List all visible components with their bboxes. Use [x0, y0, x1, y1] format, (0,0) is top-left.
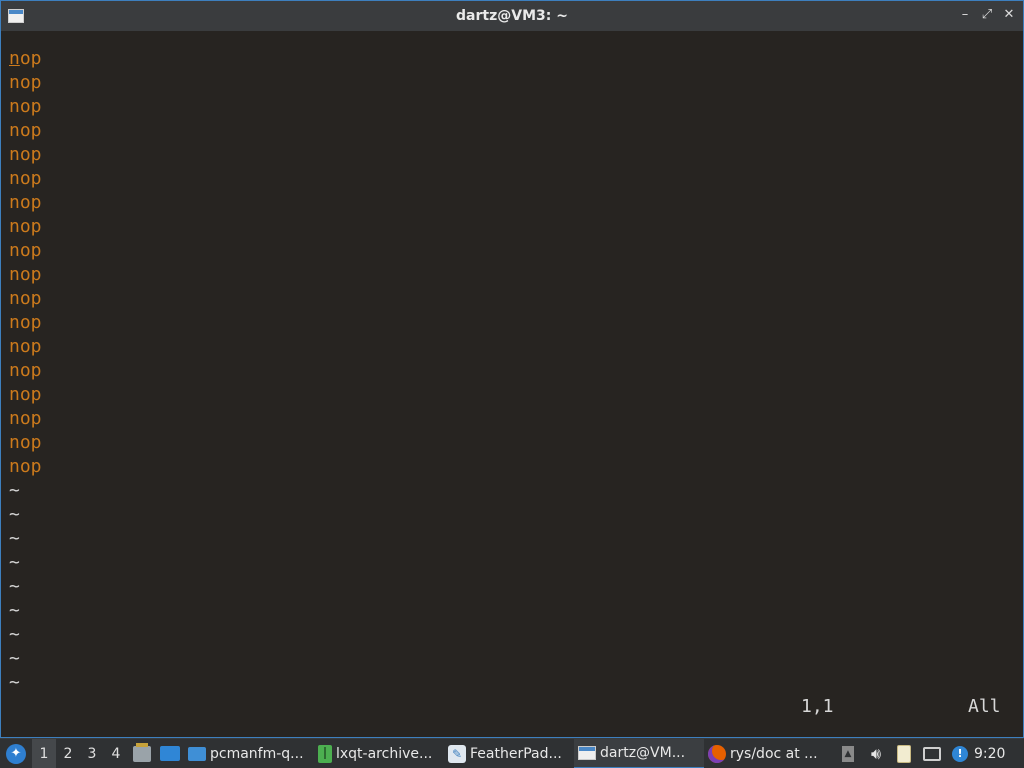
- text-line: nop: [9, 168, 42, 189]
- empty-line-marker: ~: [9, 528, 20, 549]
- desktop-3-button[interactable]: 3: [80, 739, 104, 768]
- empty-line-marker: ~: [9, 600, 20, 621]
- task-terminal[interactable]: dartz@VM...: [574, 738, 704, 768]
- notification-button[interactable]: !: [946, 739, 974, 768]
- clock[interactable]: 9:20: [974, 739, 1024, 768]
- text-line: nop: [9, 144, 42, 165]
- task-lxqt-archiver[interactable]: lxqt-archive...: [314, 739, 444, 768]
- clipboard-icon: [897, 744, 911, 763]
- desktop-4-button[interactable]: 4: [104, 739, 128, 768]
- cursor: n: [9, 48, 20, 69]
- text-line: nop: [9, 360, 42, 381]
- text-line: nop: [9, 192, 42, 213]
- empty-line-marker: ~: [9, 648, 20, 669]
- minimize-button[interactable]: –: [959, 7, 971, 23]
- task-pcmanfm[interactable]: pcmanfm-q...: [184, 739, 314, 768]
- lxqt-logo-icon: ✦: [6, 743, 26, 764]
- close-button[interactable]: ✕: [1003, 7, 1015, 23]
- network-button[interactable]: [918, 739, 946, 768]
- text-line: nop: [9, 336, 42, 357]
- show-desktop-icon: [160, 746, 180, 761]
- empty-line-marker: ~: [9, 624, 20, 645]
- text-line: nop: [9, 312, 42, 333]
- text-line: nop: [9, 456, 42, 477]
- task-featherpad[interactable]: ✎ FeatherPad...: [444, 739, 574, 768]
- window-title: dartz@VM3: ~: [456, 8, 568, 24]
- arrow-up-icon: ▲: [842, 745, 854, 762]
- scroll-indicator: All: [968, 696, 1001, 717]
- network-icon: [923, 746, 941, 761]
- app-menu-button[interactable]: ✦: [0, 739, 32, 768]
- task-label: lxqt-archive...: [336, 745, 433, 762]
- title-bar[interactable]: dartz@VM3: ~ – ⤢ ✕: [1, 1, 1023, 31]
- terminal-window: dartz@VM3: ~ – ⤢ ✕ nop nop nop nop nop n…: [0, 0, 1024, 738]
- folder-icon: [188, 746, 206, 761]
- text-line: nop: [9, 240, 42, 261]
- text-line: nop: [9, 48, 42, 69]
- empty-line-marker: ~: [9, 576, 20, 597]
- terminal-content[interactable]: nop nop nop nop nop nop nop nop nop nop …: [1, 31, 1023, 737]
- text-line: nop: [9, 216, 42, 237]
- tray-expand-button[interactable]: ▲: [834, 739, 862, 768]
- task-firefox[interactable]: rys/doc at ...: [704, 739, 834, 768]
- empty-line-marker: ~: [9, 552, 20, 573]
- featherpad-icon: ✎: [448, 744, 466, 763]
- show-desktop-button[interactable]: [156, 739, 184, 768]
- window-icon[interactable]: [8, 9, 24, 23]
- volume-icon: 🔊︎: [870, 743, 882, 763]
- empty-line-marker: ~: [9, 480, 20, 501]
- maximize-button[interactable]: ⤢: [981, 7, 993, 23]
- file-manager-icon: [133, 742, 151, 762]
- text-line: nop: [9, 384, 42, 405]
- archive-icon: [318, 744, 332, 763]
- info-icon: !: [952, 745, 968, 762]
- text-line: nop: [9, 288, 42, 309]
- task-label: dartz@VM...: [600, 744, 686, 761]
- text-line: nop: [9, 408, 42, 429]
- text-line: nop: [9, 120, 42, 141]
- clipboard-button[interactable]: [890, 739, 918, 768]
- cursor-position: 1,1: [801, 696, 834, 717]
- task-label: FeatherPad...: [470, 745, 562, 762]
- text-line: nop: [9, 264, 42, 285]
- text-line: nop: [9, 96, 42, 117]
- empty-line-marker: ~: [9, 504, 20, 525]
- terminal-icon: [578, 745, 596, 760]
- firefox-icon: [708, 744, 726, 763]
- text-line: nop: [9, 72, 42, 93]
- text-line: nop: [9, 432, 42, 453]
- volume-button[interactable]: 🔊︎: [862, 739, 890, 768]
- window-controls: – ⤢ ✕: [959, 7, 1015, 23]
- desktop-1-button[interactable]: 1: [32, 738, 56, 768]
- task-label: pcmanfm-q...: [210, 745, 304, 762]
- desktop-2-button[interactable]: 2: [56, 739, 80, 768]
- empty-line-marker: ~: [9, 672, 20, 693]
- quicklaunch-files[interactable]: [128, 739, 156, 768]
- taskbar: ✦ 1 2 3 4 pcmanfm-q... lxqt-archive... ✎…: [0, 738, 1024, 768]
- system-tray: ▲ 🔊︎ ! 9:20: [834, 739, 1024, 768]
- task-label: rys/doc at ...: [730, 745, 818, 762]
